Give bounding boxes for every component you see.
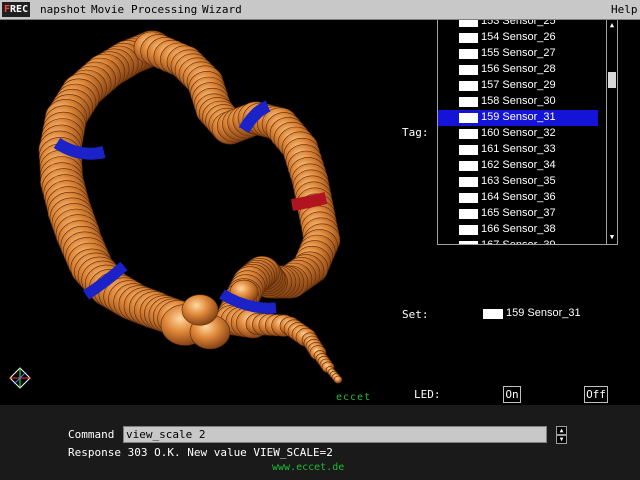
set-color-swatch xyxy=(483,309,503,319)
eccet-logo: eccet xyxy=(336,392,371,403)
command-panel: Command view_scale 2 ▲ ▼ Response 303 O.… xyxy=(0,405,640,480)
tag-item-label: 153 Sensor_25 xyxy=(481,20,556,27)
tag-item-label: 164 Sensor_36 xyxy=(481,191,556,203)
tag-list-item[interactable]: 153 Sensor_25 xyxy=(438,20,598,30)
tag-color-swatch xyxy=(459,65,478,75)
tag-color-swatch xyxy=(459,225,478,235)
tag-list-item[interactable]: 160 Sensor_32 xyxy=(438,126,598,142)
colon-model[interactable]: eccet xyxy=(0,20,400,405)
tag-list[interactable]: 153 Sensor_25 154 Sensor_26 155 Sensor_27 1… xyxy=(437,20,618,245)
tag-item-label: 162 Sensor_34 xyxy=(481,159,556,171)
tag-list-item[interactable]: 167 Sensor_39 xyxy=(438,238,598,245)
tag-item-label: 157 Sensor_29 xyxy=(481,79,556,91)
menu-wizard[interactable]: Wizard xyxy=(202,3,242,17)
tag-label: Tag: xyxy=(402,126,429,139)
rec-label: REC xyxy=(10,4,29,15)
tag-list-item[interactable]: 158 Sensor_30 xyxy=(438,94,598,110)
tag-item-label: 163 Sensor_35 xyxy=(481,175,556,187)
led-label: LED: xyxy=(414,388,441,401)
menu-snapshot[interactable]: napshot xyxy=(40,3,86,17)
tag-item-label: 160 Sensor_32 xyxy=(481,127,556,139)
led-on-button[interactable]: On xyxy=(503,386,521,403)
command-input[interactable]: view_scale 2 xyxy=(123,426,547,443)
axis-gizmo-icon[interactable] xyxy=(9,367,31,389)
tag-color-swatch xyxy=(459,161,478,171)
tag-list-item[interactable]: 166 Sensor_38 xyxy=(438,222,598,238)
response-text: Response 303 O.K. New value VIEW_SCALE=2 xyxy=(68,446,333,459)
tag-list-item[interactable]: 163 Sensor_35 xyxy=(438,174,598,190)
set-value: 159 Sensor_31 xyxy=(506,307,581,319)
tag-color-swatch xyxy=(459,193,478,203)
set-label: Set: xyxy=(402,308,429,321)
command-history-down-icon[interactable]: ▼ xyxy=(556,435,567,444)
tag-list-item[interactable]: 156 Sensor_28 xyxy=(438,62,598,78)
tag-item-label: 154 Sensor_26 xyxy=(481,31,556,43)
right-panel: Tag: 153 Sensor_25 154 Sensor_26 155 Senso… xyxy=(400,20,640,405)
tag-list-item[interactable]: 162 Sensor_34 xyxy=(438,158,598,174)
tag-color-swatch xyxy=(459,129,478,139)
tag-item-label: 167 Sensor_39 xyxy=(481,239,556,245)
tag-color-swatch xyxy=(459,20,478,27)
tag-color-swatch xyxy=(459,209,478,219)
tag-color-swatch xyxy=(459,241,478,244)
website-link[interactable]: www.eccet.de xyxy=(272,462,344,473)
tag-color-swatch xyxy=(459,177,478,187)
scrollbar-thumb[interactable] xyxy=(608,72,616,88)
tag-item-label: 166 Sensor_38 xyxy=(481,223,556,235)
tag-list-item[interactable]: 155 Sensor_27 xyxy=(438,46,598,62)
command-label: Command xyxy=(68,428,115,441)
tag-list-item[interactable]: 164 Sensor_36 xyxy=(438,190,598,206)
menu-bar: FREC napshot Movie Processing Wizard Hel… xyxy=(0,0,640,20)
tag-item-label: 155 Sensor_27 xyxy=(481,47,556,59)
tag-color-swatch xyxy=(459,49,478,59)
sensor-ring-red[interactable] xyxy=(291,192,328,211)
scroll-down-icon[interactable]: ▼ xyxy=(607,232,617,242)
3d-viewport[interactable]: eccet xyxy=(0,20,400,405)
colon-segment xyxy=(333,375,343,384)
menu-help[interactable]: Help xyxy=(611,3,638,17)
tag-item-label: 158 Sensor_30 xyxy=(481,95,556,107)
command-history-up-icon[interactable]: ▲ xyxy=(556,426,567,435)
tag-color-swatch xyxy=(459,97,478,107)
led-off-button[interactable]: Off xyxy=(584,386,608,403)
tag-list-item[interactable]: 165 Sensor_37 xyxy=(438,206,598,222)
tag-item-label: 161 Sensor_33 xyxy=(481,143,556,155)
tag-list-item[interactable]: 161 Sensor_33 xyxy=(438,142,598,158)
tag-color-swatch xyxy=(459,81,478,91)
colon-segment xyxy=(181,294,219,326)
tag-list-scrollbar[interactable]: ▲ ▼ xyxy=(606,20,617,244)
tag-color-swatch xyxy=(459,145,478,155)
tag-list-item[interactable]: 157 Sensor_29 xyxy=(438,78,598,94)
menu-movie[interactable]: Movie xyxy=(91,3,124,17)
tag-item-label: 156 Sensor_28 xyxy=(481,63,556,75)
menu-processing[interactable]: Processing xyxy=(131,3,197,17)
tag-color-swatch xyxy=(459,113,478,123)
rec-indicator[interactable]: FREC xyxy=(2,2,31,17)
tag-list-item[interactable]: 159 Sensor_31 xyxy=(438,110,598,126)
tag-color-swatch xyxy=(459,33,478,43)
tag-item-label: 165 Sensor_37 xyxy=(481,207,556,219)
tag-item-label: 159 Sensor_31 xyxy=(481,111,556,123)
tag-list-item[interactable]: 154 Sensor_26 xyxy=(438,30,598,46)
scroll-up-icon[interactable]: ▲ xyxy=(607,20,617,30)
